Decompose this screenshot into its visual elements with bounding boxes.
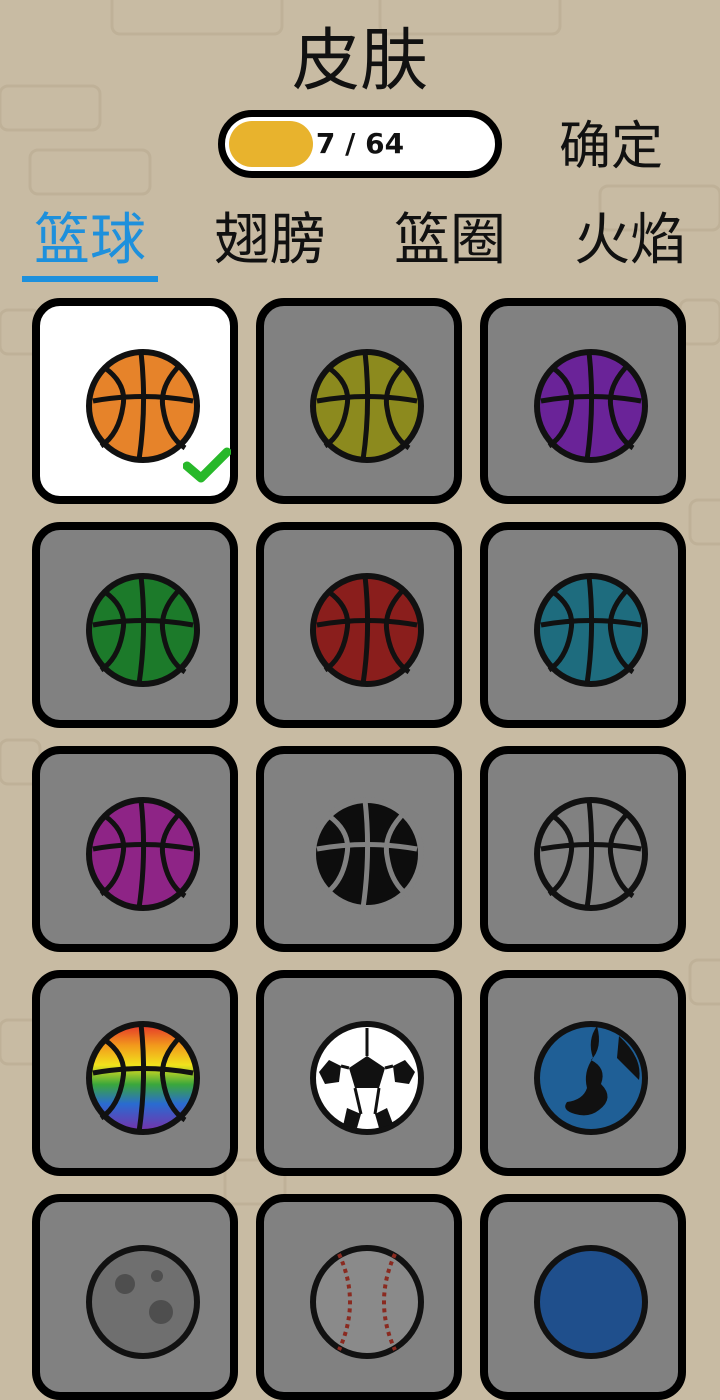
skin-cell-earth-ball[interactable] — [480, 970, 686, 1176]
page-title: 皮肤 — [291, 22, 428, 101]
tab-wings[interactable]: 翅膀 — [200, 206, 340, 276]
checkmark-icon — [183, 447, 231, 483]
skin-cell-olive-basketball[interactable] — [256, 298, 462, 504]
skin-cell-red-basketball[interactable] — [256, 522, 462, 728]
rainbow-basketball-icon — [86, 1021, 200, 1135]
skin-cell-moon-ball[interactable] — [32, 1194, 238, 1400]
active-tab-indicator — [22, 276, 158, 282]
unlock-progress-bar: 7 / 64 — [218, 110, 502, 178]
green-basketball-icon — [86, 573, 200, 687]
skin-cell-blue-ball[interactable] — [480, 1194, 686, 1400]
red-basketball-icon — [310, 573, 424, 687]
skin-cell-soccer-ball[interactable] — [256, 970, 462, 1176]
skin-cell-purple-basketball[interactable] — [480, 298, 686, 504]
progress-count: 7 / 64 — [315, 127, 405, 160]
confirm-button[interactable]: 确定 — [546, 112, 676, 182]
skin-cell-outline-basketball[interactable] — [480, 746, 686, 952]
moon-ball-icon — [86, 1245, 200, 1359]
soccer-ball-icon — [310, 1021, 424, 1135]
earth-ball-icon — [534, 1021, 648, 1135]
tab-basketball[interactable]: 篮球 — [20, 206, 160, 276]
skin-cell-magenta-basketball[interactable] — [32, 746, 238, 952]
teal-basketball-icon — [534, 573, 648, 687]
olive-basketball-icon — [310, 349, 424, 463]
skin-cell-orange-basketball[interactable] — [32, 298, 238, 504]
skin-cell-black-basketball[interactable] — [256, 746, 462, 952]
outline-basketball-icon — [534, 797, 648, 911]
baseball-ball-icon — [310, 1245, 424, 1359]
tab-hoop[interactable]: 篮圈 — [380, 206, 520, 276]
skin-cell-baseball-ball[interactable] — [256, 1194, 462, 1400]
magenta-basketball-icon — [86, 797, 200, 911]
blue-ball-icon — [534, 1245, 648, 1359]
skin-cell-green-basketball[interactable] — [32, 522, 238, 728]
skin-cell-teal-basketball[interactable] — [480, 522, 686, 728]
skin-cell-rainbow-basketball[interactable] — [32, 970, 238, 1176]
tab-flame[interactable]: 火焰 — [560, 206, 700, 276]
purple-basketball-icon — [534, 349, 648, 463]
black-basketball-icon — [310, 797, 424, 911]
